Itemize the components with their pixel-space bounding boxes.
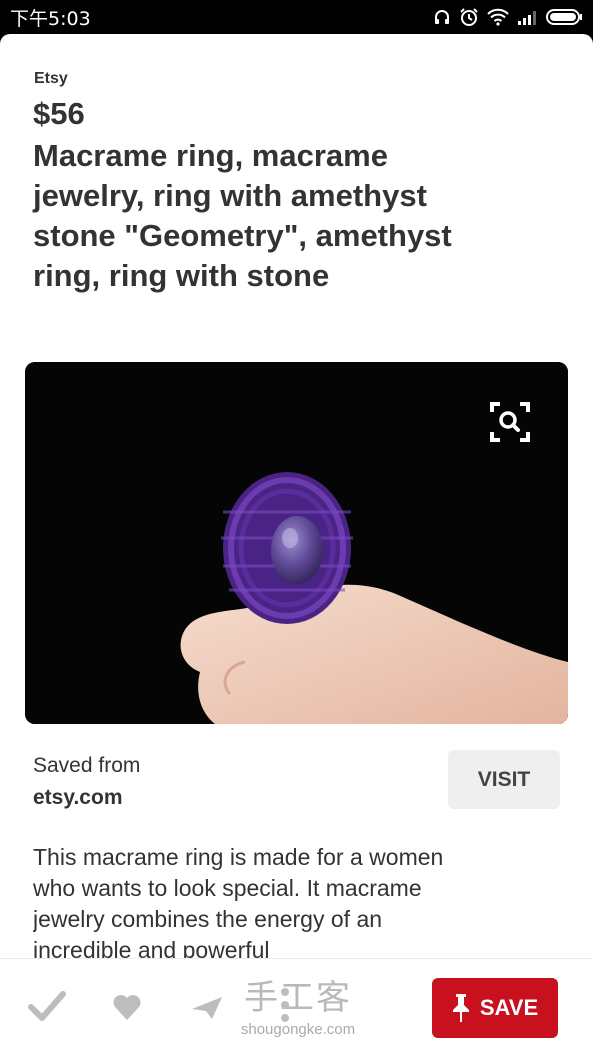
status-bar: 下午5:03 bbox=[0, 0, 593, 34]
saved-from-label: Saved from bbox=[33, 754, 141, 777]
pin-icon bbox=[452, 994, 469, 1022]
pin-card: Etsy $56 Macrame ring, macrame jewelry, … bbox=[0, 34, 593, 1054]
watermark: 手工客 shougongke.com bbox=[228, 979, 368, 1038]
watermark-domain: shougongke.com bbox=[240, 1021, 356, 1038]
headphones-icon bbox=[435, 10, 449, 24]
saved-from-domain[interactable]: etsy.com bbox=[33, 786, 123, 810]
heart-icon[interactable] bbox=[112, 993, 142, 1021]
ring-photo bbox=[25, 362, 568, 724]
status-icons bbox=[433, 7, 583, 27]
pin-title: Macrame ring, macrame jewelry, ring with… bbox=[33, 138, 452, 293]
watermark-logo: 手工客 bbox=[244, 978, 352, 1018]
wifi-icon bbox=[487, 8, 509, 26]
battery-icon bbox=[546, 9, 582, 25]
save-label: SAVE bbox=[479, 995, 539, 1020]
signal-icon bbox=[518, 11, 536, 25]
pin-image[interactable] bbox=[25, 362, 568, 724]
save-button[interactable]: SAVE bbox=[432, 978, 558, 1038]
pin-source: Etsy bbox=[34, 70, 68, 87]
pin-description: This macrame ring is made for a women wh… bbox=[33, 844, 444, 958]
action-bar: 手工客 shougongke.com SAVE bbox=[0, 958, 593, 1054]
checkmark-icon[interactable] bbox=[28, 989, 66, 1023]
status-time: 下午5:03 bbox=[10, 7, 91, 30]
send-icon[interactable] bbox=[190, 995, 224, 1021]
more-icon[interactable] bbox=[280, 987, 290, 1023]
visual-search-icon[interactable] bbox=[488, 400, 532, 444]
visit-button[interactable]: VISIT bbox=[448, 750, 560, 809]
alarm-icon bbox=[460, 8, 478, 26]
pin-price: $56 bbox=[33, 96, 85, 131]
